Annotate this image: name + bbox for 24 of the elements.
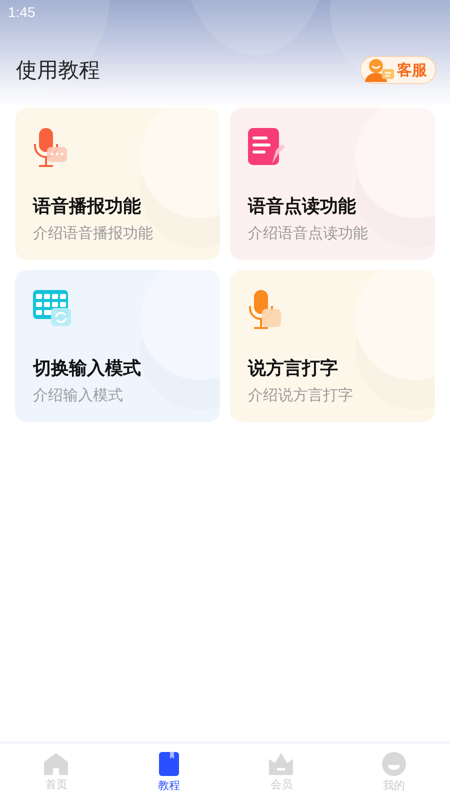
- card-subtitle: 介绍语音点读功能: [248, 224, 369, 243]
- book-icon: [158, 752, 179, 776]
- keyboard-icon: [33, 290, 71, 326]
- card-subtitle: 介绍说方言打字: [248, 386, 354, 405]
- microphone-icon: [33, 128, 67, 168]
- microphone-icon: [248, 290, 282, 330]
- nav-tab[interactable]: 教程: [112, 744, 225, 800]
- card-title: 语音点读功能: [248, 195, 357, 218]
- document-icon: [248, 128, 286, 166]
- crown-icon: [269, 752, 294, 774]
- support-agent-icon: [365, 58, 395, 82]
- tutorial-card[interactable]: 切换输入模式 介绍输入模式: [15, 270, 220, 422]
- card-title: 语音播报功能: [33, 195, 142, 218]
- tutorial-card[interactable]: 语音播报功能 介绍语音播报功能: [15, 108, 220, 260]
- card-subtitle: 介绍输入模式: [33, 386, 124, 405]
- page-title: 使用教程: [16, 57, 100, 84]
- card-title: 说方言打字: [248, 357, 339, 380]
- home-icon: [44, 752, 68, 774]
- status-time: 1:45: [8, 4, 36, 20]
- profile-icon: [382, 752, 406, 776]
- card-title: 切换输入模式: [33, 357, 142, 380]
- tutorial-card[interactable]: 说方言打字 介绍说方言打字: [230, 270, 435, 422]
- card-subtitle: 介绍语音播报功能: [33, 224, 154, 243]
- tutorial-card[interactable]: 语音点读功能 介绍语音点读功能: [230, 108, 435, 260]
